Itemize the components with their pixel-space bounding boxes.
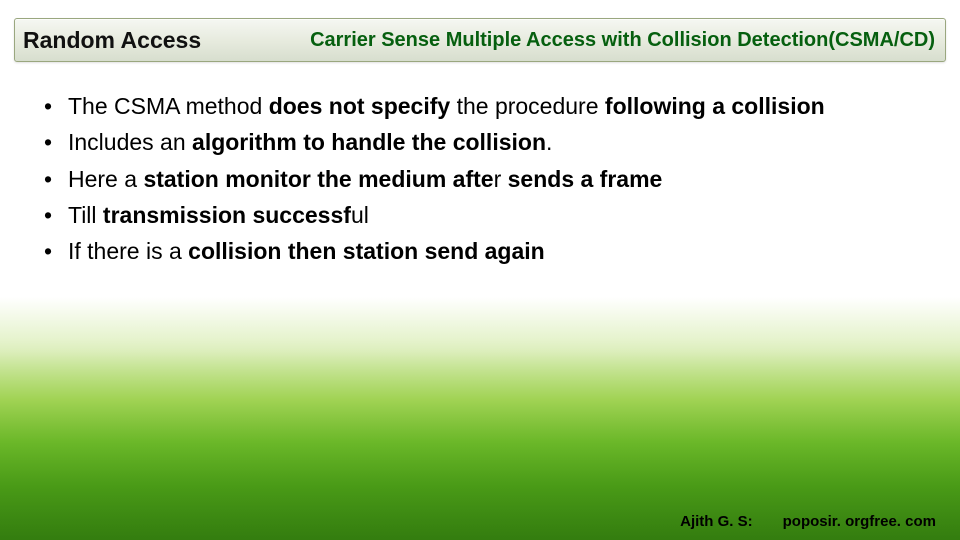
slide: Random Access Carrier Sense Multiple Acc… — [0, 0, 960, 540]
list-item: The CSMA method does not specify the pro… — [38, 90, 940, 123]
text-run: does not specify — [269, 93, 450, 119]
footer-site: poposir. orgfree. com — [783, 513, 936, 530]
list-item: Includes an algorithm to handle the coll… — [38, 126, 940, 159]
list-item: Here a station monitor the medium after … — [38, 163, 940, 196]
text-run: Here a — [68, 166, 143, 192]
list-item: If there is a collision then station sen… — [38, 235, 940, 268]
text-run: . — [546, 129, 552, 155]
footer: Ajith G. S: poposir. orgfree. com — [680, 513, 936, 530]
text-run: station monitor the medium afte — [143, 166, 493, 192]
text-run: following a collision — [605, 93, 825, 119]
text-run: r — [494, 166, 508, 192]
bullet-list: The CSMA method does not specify the pro… — [38, 90, 940, 269]
text-run: the procedure — [450, 93, 605, 119]
content-area: The CSMA method does not specify the pro… — [38, 90, 940, 272]
text-run: ul — [351, 202, 369, 228]
footer-author: Ajith G. S: — [680, 513, 753, 530]
text-run: The CSMA method — [68, 93, 269, 119]
text-run: collision then station send again — [188, 238, 545, 264]
background-decoration — [0, 340, 960, 540]
text-run: sends a frame — [508, 166, 663, 192]
title-left: Random Access — [23, 27, 201, 54]
title-bar: Random Access Carrier Sense Multiple Acc… — [14, 18, 946, 62]
text-run: transmission successf — [103, 202, 351, 228]
text-run: algorithm to handle the collision — [192, 129, 546, 155]
title-right: Carrier Sense Multiple Access with Colli… — [310, 29, 935, 52]
text-run: Till — [68, 202, 103, 228]
text-run: If there is a — [68, 238, 188, 264]
list-item: Till transmission successful — [38, 199, 940, 232]
text-run: Includes an — [68, 129, 192, 155]
